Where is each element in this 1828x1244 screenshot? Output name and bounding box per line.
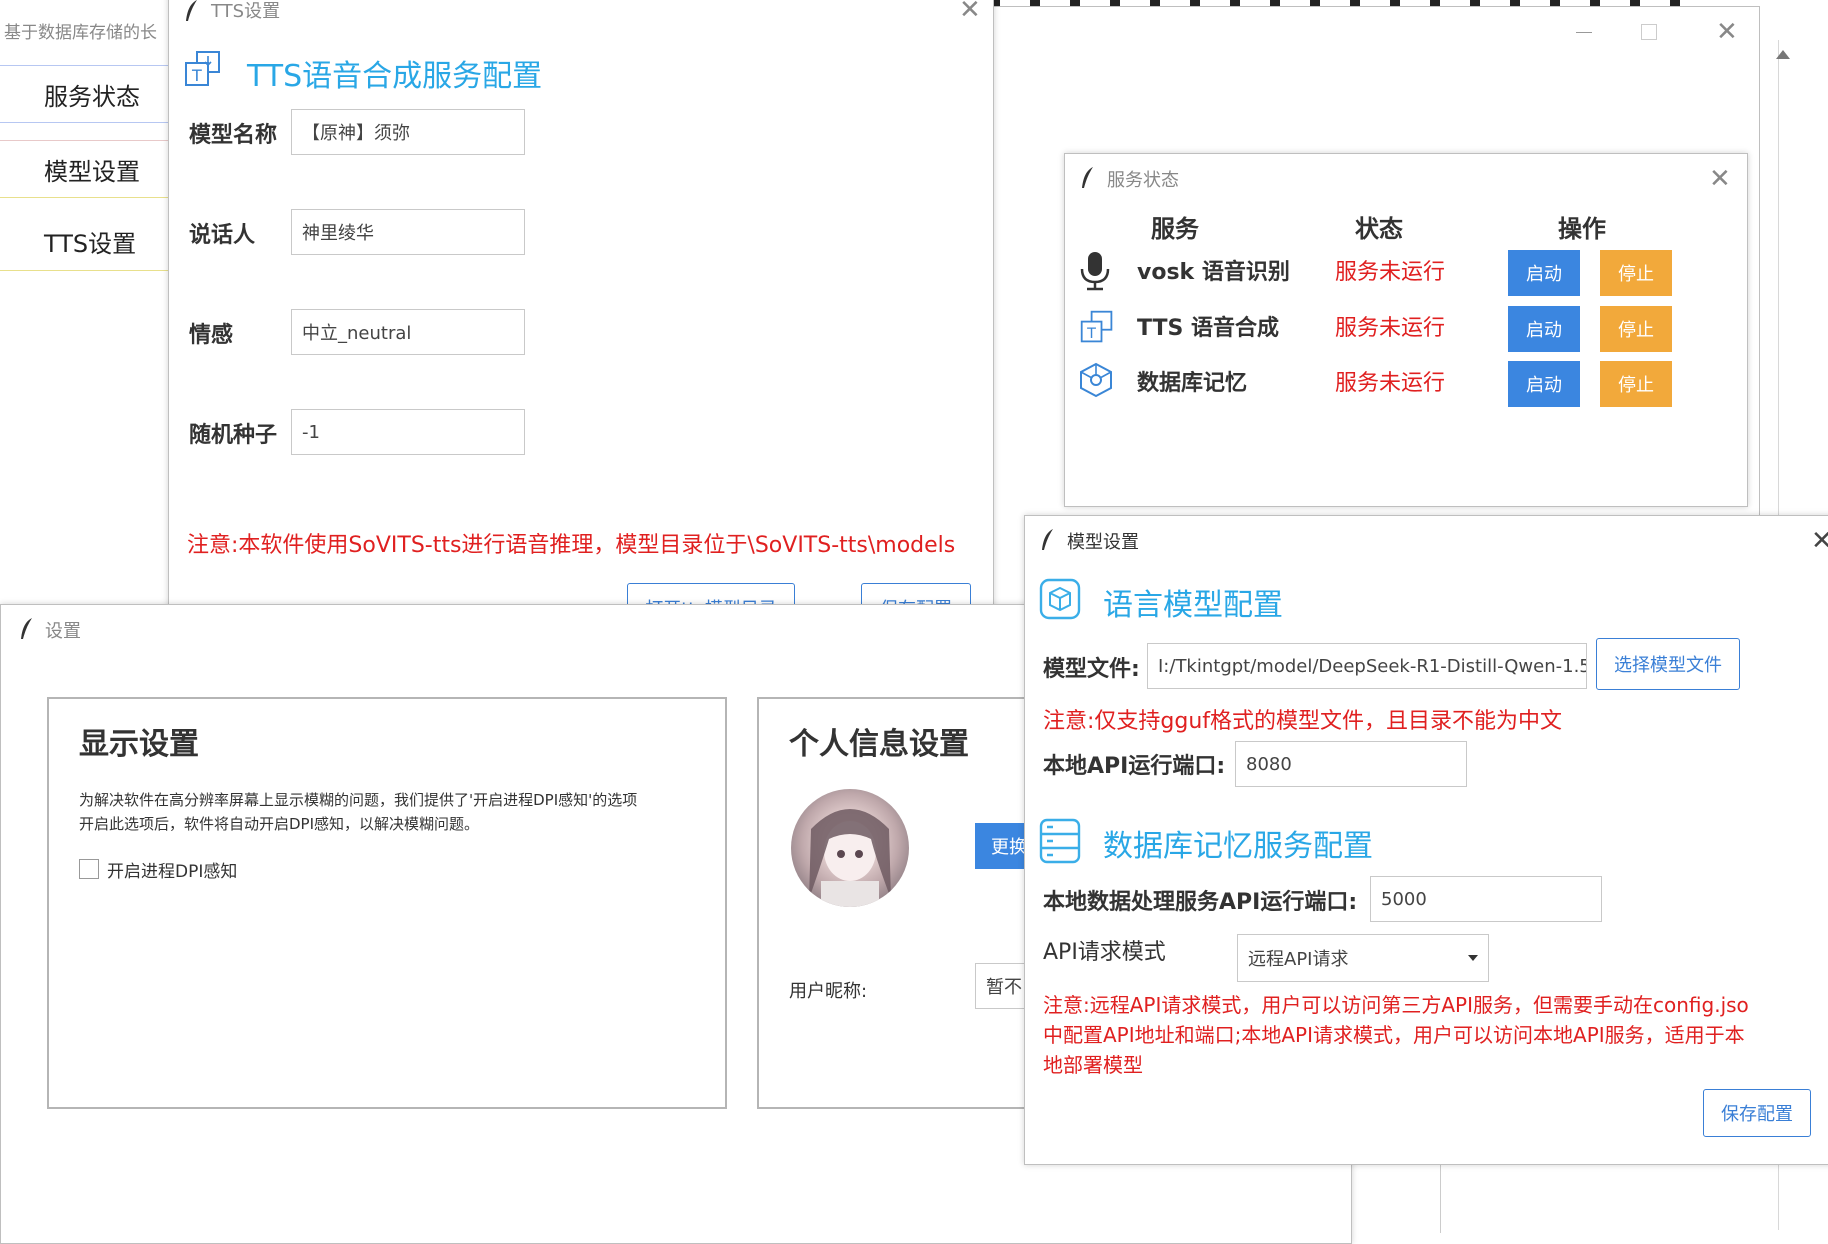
window-title: TTS设置 [211, 1, 281, 22]
sidebar-item-model-settings[interactable]: 模型设置 [0, 140, 168, 198]
service-status-text: 服务未运行 [1335, 260, 1446, 285]
main-window-bottom-border [1440, 1160, 1441, 1233]
window-title: 服务状态 [1107, 170, 1179, 191]
svg-text:T: T [191, 66, 202, 85]
microphone-icon [1080, 252, 1110, 291]
maximize-icon[interactable] [1641, 24, 1657, 40]
model-name-input[interactable]: 【原神】须弥 [291, 109, 525, 155]
close-icon[interactable]: ✕ [1811, 528, 1828, 554]
db-port-input[interactable]: 5000 [1370, 876, 1602, 922]
profile-heading: 个人信息设置 [789, 727, 969, 762]
api-port-label: 本地API运行端口: [1043, 754, 1226, 779]
emotion-label: 情感 [189, 323, 234, 348]
api-mode-note-3: 地部署模型 [1043, 1053, 1143, 1077]
database-list-icon [1039, 818, 1081, 864]
scroll-up-icon[interactable] [1776, 50, 1790, 59]
display-heading: 显示设置 [79, 727, 199, 762]
dpi-checkbox[interactable] [79, 859, 99, 879]
database-icon [1080, 362, 1112, 398]
api-mode-note-1: 注意:远程API请求模式，用户可以访问第三方API服务，但需要手动在config… [1043, 993, 1749, 1017]
nickname-label: 用户昵称: [789, 981, 868, 1002]
main-app-title: 基于数据库存储的长 [4, 23, 157, 43]
model-name-label: 模型名称 [189, 123, 278, 148]
service-status-window: 服务状态 ✕ 服务 状态 操作 vosk 语音识别 服务未运行 启动 停止 T … [1064, 153, 1748, 507]
service-status-text: 服务未运行 [1335, 371, 1446, 396]
header-action: 操作 [1558, 215, 1606, 243]
feather-icon [1082, 167, 1093, 188]
model-save-button[interactable]: 保存配置 [1703, 1089, 1811, 1137]
close-icon[interactable]: ✕ [1716, 19, 1738, 45]
avatar[interactable] [791, 789, 909, 907]
stop-button[interactable]: 停止 [1600, 306, 1672, 352]
stop-button[interactable]: 停止 [1600, 250, 1672, 296]
feather-icon [186, 0, 197, 21]
db-heading: 数据库记忆服务配置 [1103, 829, 1373, 864]
display-desc-2: 开启此选项后，软件将自动开启DPI感知，以解决模糊问题。 [79, 815, 480, 833]
sidebar-item-service-status[interactable]: 服务状态 [0, 65, 168, 123]
model-settings-window: 模型设置 ✕ 语言模型配置 模型文件: I:/Tkintgpt/model/De… [1024, 515, 1828, 1165]
close-icon[interactable]: ✕ [959, 0, 981, 23]
svg-text:T: T [1086, 326, 1096, 342]
cube-icon [1039, 578, 1081, 620]
display-desc-1: 为解决软件在高分辨率屏幕上显示模糊的问题，我们提供了'开启进程DPI感知'的选项 [79, 791, 638, 809]
speaker-input[interactable]: 神里绫华 [291, 209, 525, 255]
chevron-down-icon [1468, 955, 1478, 961]
window-title: 模型设置 [1067, 532, 1139, 553]
gguf-note: 注意:仅支持gguf格式的模型文件，且目录不能为中文 [1043, 709, 1563, 734]
model-file-label: 模型文件: [1043, 657, 1140, 682]
toolbar-strip [990, 0, 1690, 6]
start-button[interactable]: 启动 [1508, 250, 1580, 296]
tts-settings-window: TTS设置 ✕ T TTS语音合成服务配置 模型名称 【原神】须弥 说话人 神里… [168, 0, 994, 612]
api-mode-note-2: 中配置API地址和端口;本地API请求模式，用户可以访问本地API服务，适用于本 [1043, 1023, 1745, 1047]
random-seed-input[interactable]: -1 [291, 409, 525, 455]
speaker-label: 说话人 [189, 223, 256, 248]
emotion-input[interactable]: 中立_neutral [291, 309, 525, 355]
service-name: TTS 语音合成 [1137, 316, 1280, 341]
feather-icon [1042, 529, 1053, 550]
model-file-input[interactable]: I:/Tkintgpt/model/DeepSeek-R1-Distill-Qw… [1147, 643, 1587, 689]
close-icon[interactable]: ✕ [1709, 166, 1731, 192]
sidebar-item-label: 服务状态 [44, 82, 140, 111]
tts-icon: T [185, 51, 220, 86]
header-status: 状态 [1355, 215, 1403, 243]
header-service: 服务 [1151, 215, 1199, 243]
window-title: 设置 [45, 621, 81, 642]
tts-note: 注意:本软件使用SoVITS-tts进行语音推理，模型目录位于\SoVITS-t… [187, 533, 956, 558]
start-button[interactable]: 启动 [1508, 361, 1580, 407]
service-name: 数据库记忆 [1137, 371, 1248, 396]
select-model-file-button[interactable]: 选择模型文件 [1596, 638, 1740, 690]
api-mode-select[interactable]: 远程API请求 [1237, 934, 1489, 982]
sidebar-item-label: 模型设置 [44, 157, 140, 186]
random-seed-label: 随机种子 [189, 423, 278, 448]
sidebar-item-tts-settings[interactable]: TTS设置 [0, 213, 168, 271]
api-mode-label: API请求模式 [1043, 940, 1166, 965]
db-port-label: 本地数据处理服务API运行端口: [1043, 890, 1358, 915]
avatar-image [809, 809, 891, 907]
feather-icon [21, 618, 32, 639]
tts-icon: T [1080, 310, 1113, 343]
llm-heading: 语言模型配置 [1103, 588, 1283, 623]
dpi-checkbox-label: 开启进程DPI感知 [107, 862, 238, 882]
display-settings-panel: 显示设置 为解决软件在高分辨率屏幕上显示模糊的问题，我们提供了'开启进程DPI感… [47, 697, 727, 1109]
start-button[interactable]: 启动 [1508, 306, 1580, 352]
service-name: vosk 语音识别 [1137, 260, 1290, 285]
service-status-text: 服务未运行 [1335, 316, 1446, 341]
stop-button[interactable]: 停止 [1600, 361, 1672, 407]
sidebar-item-label: TTS设置 [44, 230, 137, 258]
api-port-input[interactable]: 8080 [1235, 741, 1467, 787]
tts-heading: TTS语音合成服务配置 [247, 59, 543, 94]
minimize-icon[interactable] [1576, 32, 1592, 33]
api-mode-value: 远程API请求 [1248, 949, 1349, 970]
